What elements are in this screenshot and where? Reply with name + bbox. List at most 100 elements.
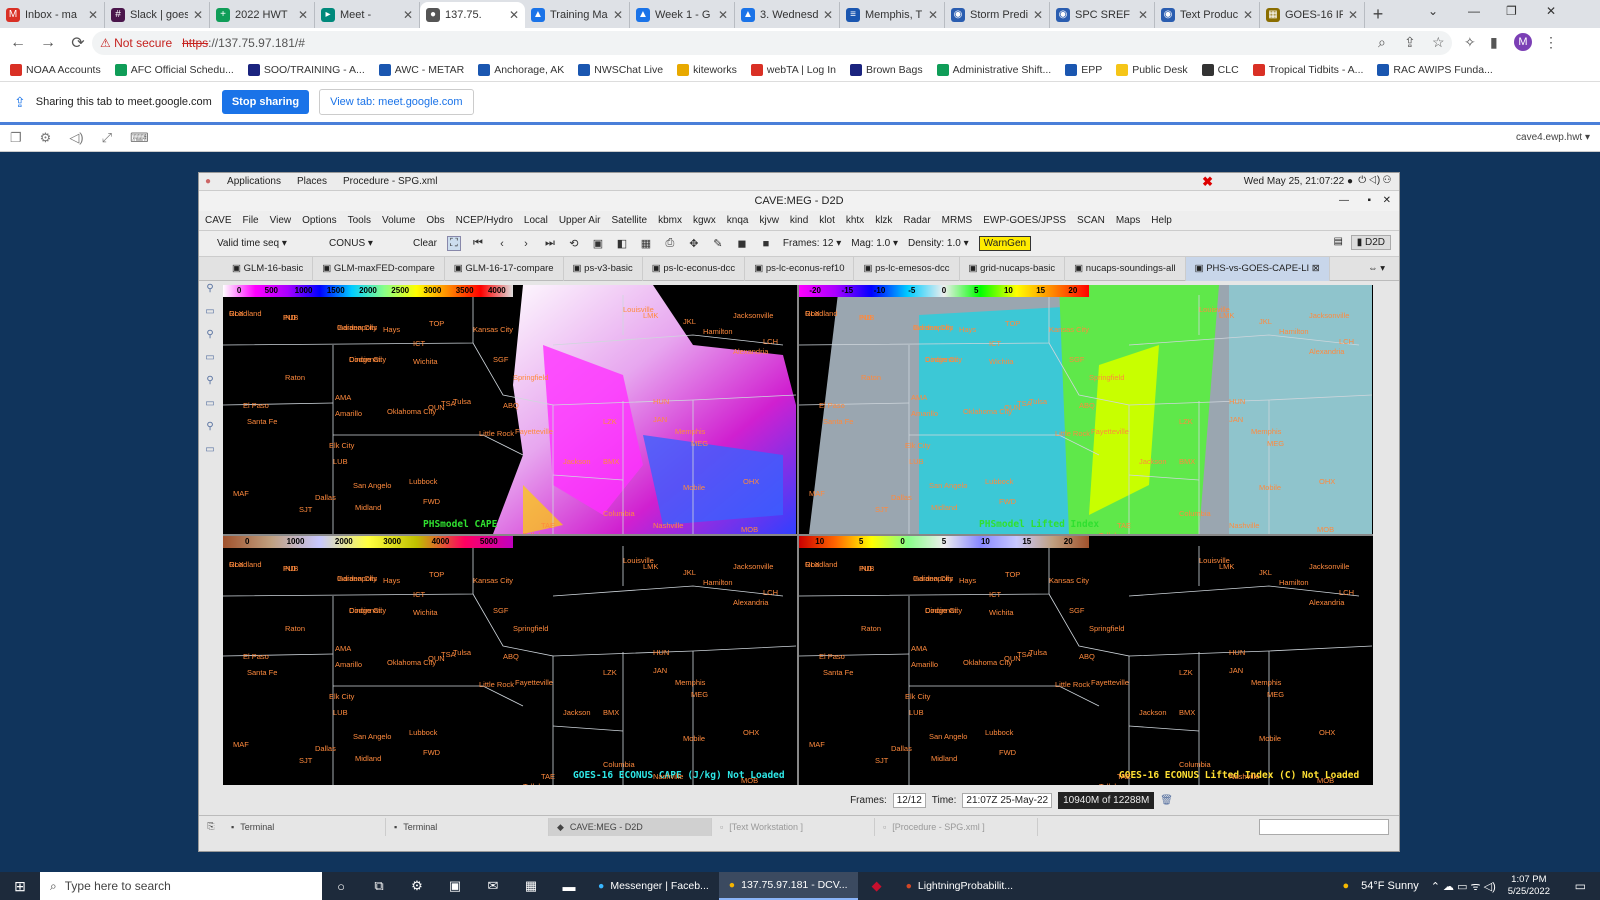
warngen-button[interactable]: WarnGen bbox=[978, 236, 1032, 251]
cave-menu-item[interactable]: Maps bbox=[1116, 215, 1140, 226]
windows-icon[interactable]: ❐ bbox=[10, 130, 22, 146]
bookmark-item[interactable]: Brown Bags bbox=[849, 63, 923, 76]
bookmark-item[interactable]: Administrative Shift... bbox=[936, 63, 1051, 76]
cave-menu-item[interactable]: Help bbox=[1151, 215, 1172, 226]
profile-avatar[interactable]: M bbox=[1514, 33, 1532, 51]
pane-top-left[interactable]: 0 500 1000 1500 2000 2500 3000 3500 4000 PHSmode… bbox=[223, 285, 797, 534]
share-icon[interactable]: ⇪ bbox=[1404, 34, 1416, 51]
side-tool-icon[interactable]: ▭ bbox=[205, 444, 214, 455]
browser-tab[interactable]: M Inbox - ma ✕ bbox=[0, 2, 105, 28]
file-explorer-icon[interactable]: ▬ bbox=[550, 879, 588, 894]
side-tool-icon[interactable]: ▭ bbox=[205, 352, 214, 363]
browser-tab[interactable]: ▲ Week 1 - G ✕ bbox=[630, 2, 735, 28]
gnome-menu-procedure[interactable]: Procedure - SPG.xml bbox=[343, 176, 437, 187]
frames-select[interactable]: Frames: 12 ▾ bbox=[783, 238, 841, 249]
fullscreen-icon[interactable]: ⤢ bbox=[102, 130, 112, 146]
tab-close-icon[interactable]: ✕ bbox=[823, 8, 833, 22]
loop-icon[interactable]: ⟲ bbox=[567, 237, 581, 250]
tab-close-icon[interactable]: ✕ bbox=[1033, 8, 1043, 22]
prev-frame-icon[interactable]: ‹ bbox=[495, 238, 509, 250]
new-tab-button[interactable]: + bbox=[1365, 2, 1391, 28]
browser-tab[interactable]: ≡ Memphis, T ✕ bbox=[840, 2, 945, 28]
procedure-tab[interactable]: ▣ nucaps-soundings-all bbox=[1065, 256, 1186, 281]
cave-menu-item[interactable]: NCEP/Hydro bbox=[456, 215, 513, 226]
bookmark-item[interactable]: SOO/TRAINING - A... bbox=[247, 63, 365, 76]
time-mode-select[interactable]: Valid time seq ▾ bbox=[213, 236, 305, 251]
side-tool-icon[interactable]: ▭ bbox=[205, 306, 214, 317]
mag-select[interactable]: Mag: 1.0 ▾ bbox=[851, 238, 898, 249]
bookmark-item[interactable]: CLC bbox=[1201, 63, 1239, 76]
cave-menu-item[interactable]: EWP-GOES/JPSS bbox=[983, 215, 1066, 226]
panel-window-button[interactable]: ▫ [Text Workstation ] bbox=[712, 817, 875, 836]
mcafee-icon[interactable]: ◆ bbox=[858, 878, 896, 894]
cave-minimize-icon[interactable]: — bbox=[1339, 191, 1349, 211]
calculator-icon[interactable]: ▦ bbox=[512, 878, 550, 894]
tab-search-icon[interactable]: ⌄ bbox=[1428, 4, 1438, 18]
extensions-icon[interactable]: ✧ bbox=[1464, 34, 1476, 51]
clear-button[interactable]: Clear bbox=[413, 238, 437, 249]
panel-window-button[interactable]: ▪ Terminal bbox=[223, 817, 386, 836]
first-frame-icon[interactable]: ⏮ bbox=[471, 237, 485, 250]
browser-tab[interactable]: ▸ Meet - ✕ bbox=[315, 2, 420, 28]
side-tool-icon[interactable]: ⚲ bbox=[206, 283, 213, 294]
d2d-perspective-button[interactable]: ▮ D2D bbox=[1350, 235, 1391, 250]
workspace-switcher[interactable] bbox=[1259, 818, 1389, 835]
panel-window-button[interactable]: ▫ [Procedure - SPG.xml ] bbox=[875, 817, 1038, 836]
not-secure-warning[interactable]: ⚠ Not secure bbox=[100, 36, 172, 50]
bookmark-item[interactable]: EPP bbox=[1065, 63, 1102, 76]
keyboard-icon[interactable]: ⌨ bbox=[130, 130, 149, 146]
cave-menu-item[interactable]: Options bbox=[302, 215, 336, 226]
zoom-icon[interactable]: ⌕ bbox=[1378, 34, 1386, 51]
bookmark-item[interactable]: Public Desk bbox=[1116, 63, 1188, 76]
print-icon[interactable]: ⎙ bbox=[663, 237, 677, 250]
trash-icon[interactable]: 🗑 bbox=[1160, 795, 1173, 806]
side-tool-icon[interactable]: ⚲ bbox=[206, 421, 213, 432]
cave-menu-item[interactable]: knqa bbox=[727, 215, 749, 226]
gnome-menu-applications[interactable]: Applications bbox=[227, 176, 281, 187]
bookmark-item[interactable]: AFC Official Schedu... bbox=[114, 63, 234, 76]
store-icon[interactable]: ▣ bbox=[436, 878, 474, 894]
bookmark-item[interactable]: webTA | Log In bbox=[750, 63, 836, 76]
taskbar-app[interactable]: ● 137.75.97.181 - DCV... bbox=[718, 872, 858, 900]
notifications-icon[interactable]: ▭ bbox=[1575, 879, 1586, 893]
cave-maximize-icon[interactable]: ▪ bbox=[1367, 191, 1371, 211]
tab-close-icon[interactable]: ✕ bbox=[193, 8, 203, 22]
bookmark-item[interactable]: Anchorage, AK bbox=[478, 63, 564, 76]
side-tool-icon[interactable]: ⚲ bbox=[206, 329, 213, 340]
procedure-tab[interactable]: ▣ PHS-vs-GOES-CAPE-LI ⊠ bbox=[1185, 256, 1330, 281]
close-window-icon[interactable]: ✕ bbox=[1546, 4, 1556, 18]
pane-layout-icon[interactable]: ▦ bbox=[639, 237, 653, 250]
procedure-tab[interactable]: ▣ GLM-16-17-compare bbox=[445, 256, 564, 281]
procedure-tab[interactable]: ▣ GLM-maxFED-compare bbox=[313, 256, 445, 281]
address-bar[interactable]: ⚠ Not secure https://137.75.97.181/# bbox=[92, 31, 1452, 55]
cave-menu-item[interactable]: Volume bbox=[382, 215, 415, 226]
draw-icon[interactable]: ✎ bbox=[711, 237, 725, 250]
fit-icon[interactable]: ⛶ bbox=[446, 236, 461, 251]
menu-kebab-icon[interactable]: ⋮ bbox=[1544, 34, 1558, 51]
view-tab-button[interactable]: View tab: meet.google.com bbox=[319, 89, 474, 115]
bookmark-item[interactable]: RAC AWIPS Funda... bbox=[1377, 63, 1493, 76]
cave-close-icon[interactable]: ✕ bbox=[1383, 191, 1391, 211]
cave-menu-item[interactable]: kjvw bbox=[759, 215, 778, 226]
browser-tab[interactable]: ◉ Storm Predi ✕ bbox=[945, 2, 1050, 28]
tab-close-icon[interactable]: ✕ bbox=[613, 8, 623, 22]
power-icon[interactable]: ⏻ ◁) ⚇ bbox=[1358, 175, 1391, 186]
taskbar-clock[interactable]: 1:07 PM 5/25/2022 bbox=[1508, 874, 1550, 898]
cave-menu-item[interactable]: Upper Air bbox=[559, 215, 601, 226]
cave-menu-item[interactable]: klot bbox=[819, 215, 835, 226]
cave-menu-item[interactable]: Obs bbox=[426, 215, 444, 226]
panel-menu-icon[interactable]: ⎘ bbox=[199, 821, 223, 832]
restore-icon[interactable]: ❐ bbox=[1506, 4, 1517, 18]
cave-menu-item[interactable]: Tools bbox=[348, 215, 371, 226]
browser-tab[interactable]: ▲ 3. Wednesd ✕ bbox=[735, 2, 840, 28]
scale-select[interactable]: CONUS ▾ bbox=[325, 236, 403, 251]
side-tool-icon[interactable]: ▭ bbox=[205, 398, 214, 409]
tab-close-icon[interactable]: ✕ bbox=[88, 8, 98, 22]
contrast-icon[interactable]: ◼ bbox=[735, 237, 749, 250]
audio-icon[interactable]: ◁) bbox=[69, 130, 83, 146]
settings-gear-icon[interactable]: ⚙ bbox=[40, 130, 52, 146]
side-panel-icon[interactable]: ▮ bbox=[1490, 34, 1498, 51]
cave-menu-item[interactable]: kind bbox=[790, 215, 808, 226]
single-pane-icon[interactable]: ■ bbox=[759, 238, 773, 250]
tab-close-icon[interactable]: ✕ bbox=[298, 8, 308, 22]
